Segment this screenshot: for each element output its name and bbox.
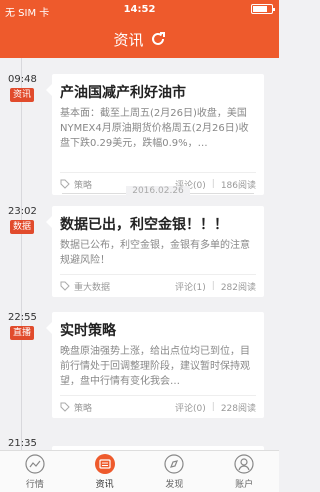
date-divider: 2016.02.26 — [52, 186, 264, 196]
item-time: 09:48 — [8, 74, 37, 85]
date-divider-label: 2016.02.26 — [126, 186, 190, 196]
card-category: 重大数据 — [60, 280, 110, 293]
item-tag-badge: 资讯 — [10, 88, 35, 102]
card-meta: 策略 评论(0) | 228阅读 — [60, 396, 256, 418]
refresh-icon[interactable] — [150, 31, 166, 47]
category-label: 重大数据 — [74, 282, 111, 293]
news-card[interactable]: 数据已出，利空金银！！！ 数据已公布，利空金银，金银有多单的注意规避风险！ 重大… — [46, 206, 264, 297]
tab-account[interactable]: 账户 — [209, 451, 279, 492]
card-category: 策略 — [60, 401, 92, 414]
card-body: 数据已公布，利空金银，金银有多单的注意规避风险！ — [60, 240, 250, 266]
card-title: 产油国减产利好油市 — [60, 85, 186, 101]
compass-icon — [164, 454, 184, 474]
battery-icon — [251, 4, 275, 14]
tab-discover[interactable]: 发现 — [140, 451, 210, 492]
category-label: 策略 — [74, 403, 93, 414]
tab-market[interactable]: 行情 — [0, 451, 70, 492]
comment-count[interactable]: 评论(0) — [175, 401, 206, 414]
tab-label: 行情 — [25, 480, 44, 490]
card-body: 晚盘原油强势上涨，给出点位均已到位，目前行情处于回调整理阶段，建议暂时保持观望，… — [60, 346, 250, 387]
news-card[interactable]: 产油国减产利好油市 基本面：截至上周五(2月26日)收盘，美国NYMEX4月原油… — [46, 74, 264, 195]
clock: 14:52 — [123, 4, 156, 15]
status-bar: 无 SIM 卡 14:52 — [0, 0, 279, 20]
tag-icon — [60, 281, 70, 291]
nav-bar: 资讯 — [0, 20, 279, 58]
item-time: 23:02 — [8, 206, 37, 217]
tab-label: 账户 — [235, 480, 254, 490]
comment-count[interactable]: 评论(1) — [175, 280, 206, 293]
card-title: 数据已出，利空金银！！！ — [60, 217, 228, 233]
news-card[interactable]: 实时策略 晚盘原油强势上涨，给出点位均已到位，目前行情处于回调整理阶段，建议暂时… — [46, 312, 264, 418]
item-time: 21:35 — [8, 438, 37, 449]
news-feed[interactable]: 09:48 资讯 产油国减产利好油市 基本面：截至上周五(2月26日)收盘，美国… — [0, 58, 279, 450]
card-body: 基本面：截至上周五(2月26日)收盘，美国NYMEX4月原油期货价格周五(2月2… — [60, 108, 249, 149]
news-icon — [94, 454, 115, 474]
status-icons — [251, 4, 275, 14]
page-title: 资讯 — [113, 30, 144, 49]
tab-news[interactable]: 资讯 — [70, 451, 140, 492]
tag-icon — [60, 402, 70, 412]
read-count: 228阅读 — [220, 403, 256, 414]
item-time: 22:55 — [8, 312, 37, 323]
card-meta: 重大数据 评论(1) | 282阅读 — [60, 275, 256, 297]
item-tag-badge: 直播 — [10, 326, 35, 340]
read-count: 282阅读 — [220, 282, 256, 293]
market-chart-icon — [25, 454, 45, 474]
tab-label: 资讯 — [95, 480, 114, 490]
tab-label: 发现 — [165, 480, 184, 490]
user-icon — [234, 454, 254, 474]
timeline-line — [21, 58, 22, 450]
tab-bar: 行情 资讯 发现 账户 — [0, 450, 279, 492]
item-tag-badge: 数据 — [10, 220, 35, 234]
card-title: 实时策略 — [60, 323, 116, 339]
